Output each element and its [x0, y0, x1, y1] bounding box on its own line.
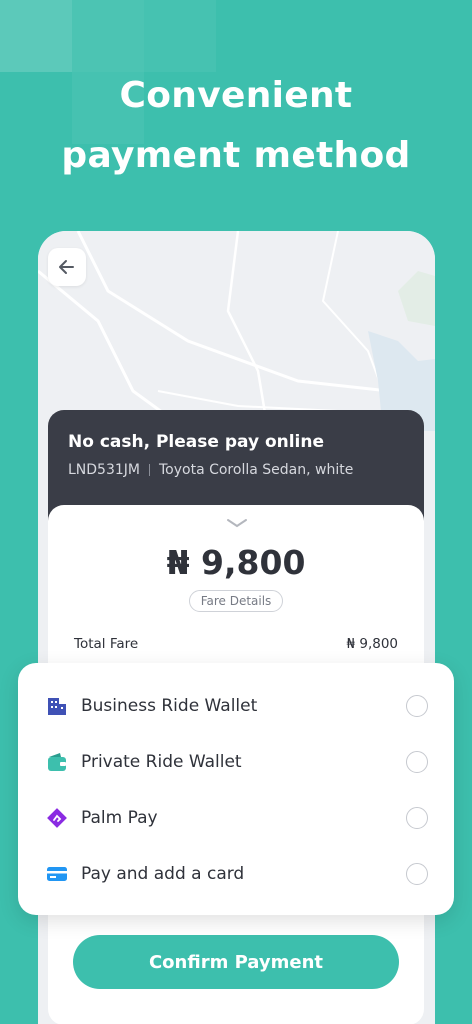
radio-button[interactable] — [406, 863, 428, 885]
vehicle-description: Toyota Corolla Sedan, white — [158, 462, 354, 478]
credit-card-icon — [46, 863, 68, 885]
divider — [148, 464, 150, 476]
payment-option-private-wallet[interactable]: Private Ride Wallet — [46, 747, 428, 777]
fare-amount: ₦ 9,800 — [166, 543, 306, 582]
background-decoration — [72, 0, 144, 72]
radio-button[interactable] — [406, 751, 428, 773]
payment-option-label: Business Ride Wallet — [81, 696, 258, 716]
payment-option-business-wallet[interactable]: Business Ride Wallet — [46, 691, 428, 721]
trip-title: No cash, Please pay online — [68, 432, 325, 452]
building-icon — [46, 695, 68, 717]
chevron-down-icon[interactable] — [226, 517, 248, 529]
map-view[interactable] — [38, 231, 435, 431]
radio-button[interactable] — [406, 695, 428, 717]
headline-line-1: Convenient — [119, 75, 353, 116]
confirm-payment-button[interactable]: Confirm Payment — [73, 935, 399, 989]
background-decoration — [144, 0, 216, 72]
payment-option-label: Palm Pay — [81, 808, 158, 828]
radio-button[interactable] — [406, 807, 428, 829]
payment-option-add-card[interactable]: Pay and add a card — [46, 859, 428, 889]
back-button[interactable] — [48, 248, 86, 286]
payment-option-label: Private Ride Wallet — [81, 752, 242, 772]
vehicle-info: LND531JM Toyota Corolla Sedan, white — [68, 462, 404, 478]
payment-method-list: Business Ride Wallet Private Ride Wallet… — [18, 663, 454, 915]
total-fare-label: Total Fare — [74, 636, 139, 652]
palmpay-icon — [46, 807, 68, 829]
promo-headline: Convenient payment method — [0, 66, 472, 186]
payment-option-palm-pay[interactable]: Palm Pay — [46, 803, 428, 833]
headline-line-2: payment method — [61, 135, 411, 176]
arrow-left-icon — [59, 260, 74, 274]
background-decoration — [0, 0, 72, 72]
fare-details-button[interactable]: Fare Details — [189, 590, 283, 612]
license-plate: LND531JM — [68, 462, 140, 478]
payment-option-label: Pay and add a card — [81, 864, 245, 884]
total-fare-value: ₦ 9,800 — [346, 636, 398, 652]
wallet-icon — [46, 751, 68, 773]
total-fare-row: Total Fare ₦ 9,800 — [74, 636, 398, 652]
